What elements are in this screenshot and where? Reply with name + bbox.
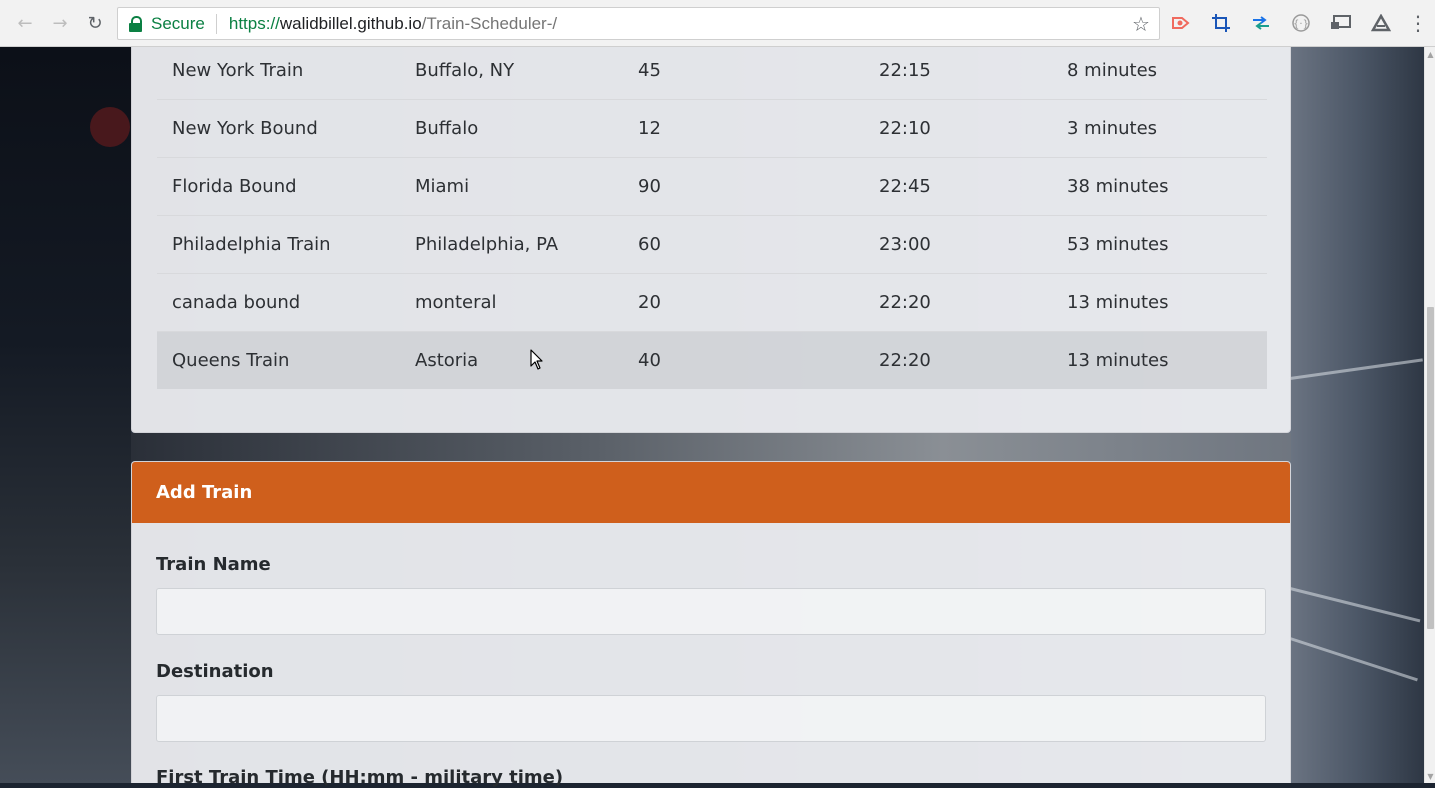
train-name-cell: canada bound [157, 273, 400, 332]
next-arrival-cell: 23:00 [864, 215, 1052, 274]
background-rail-2 [1289, 637, 1418, 682]
arrows-swap-icon[interactable] [1249, 11, 1273, 35]
scrollbar-thumb[interactable] [1427, 307, 1434, 629]
minutes-away-cell: 38 minutes [1052, 157, 1267, 216]
frequency-cell: 90 [623, 157, 864, 216]
table-row: New York Bound Buffalo 12 22:10 3 minute… [157, 99, 1267, 158]
frequency-cell: 40 [623, 331, 864, 389]
back-arrow-icon[interactable]: ← [13, 11, 37, 35]
url-path: /Train-Scheduler-/ [421, 13, 558, 33]
background-rail-1 [1289, 587, 1421, 623]
bookmark-star-icon[interactable]: ☆ [1129, 12, 1153, 36]
url-host: walidbillel.github.io [279, 13, 422, 33]
url-text[interactable]: https://walidbillel.github.io/Train-Sche… [229, 14, 557, 34]
destination-cell: Buffalo, NY [400, 42, 623, 100]
mouse-pointer-icon [530, 349, 543, 370]
drive-triangle-icon[interactable] [1369, 11, 1393, 35]
add-train-panel: Add Train Train Name Destination First T… [131, 461, 1291, 788]
circle-code-icon[interactable]: {·} [1289, 11, 1313, 35]
svg-text:{·}: {·} [1293, 19, 1309, 30]
destination-cell: Philadelphia, PA [400, 215, 623, 274]
train-name-cell: Philadelphia Train [157, 215, 400, 274]
train-schedule-table: New York Train Buffalo, NY 45 22:15 8 mi… [157, 42, 1267, 389]
background-platform-strip [131, 433, 1291, 461]
train-name-cell: New York Train [157, 42, 400, 100]
train-schedule-panel: New York Train Buffalo, NY 45 22:15 8 mi… [131, 42, 1291, 433]
train-name-cell: Florida Bound [157, 157, 400, 216]
lock-icon [129, 15, 142, 32]
menu-kebab-icon[interactable]: ⋮ [1406, 11, 1430, 35]
minutes-away-cell: 3 minutes [1052, 99, 1267, 158]
background-rail-3 [1289, 358, 1423, 380]
red-record-icon[interactable] [1169, 11, 1193, 35]
table-row: Florida Bound Miami 90 22:45 38 minutes [157, 157, 1267, 216]
forward-arrow-icon[interactable]: → [48, 11, 72, 35]
address-bar[interactable]: Secure https://walidbillel.github.io/Tra… [117, 7, 1160, 40]
url-scheme: https:// [228, 13, 280, 33]
destination-cell: Miami [400, 157, 623, 216]
omnibox-divider [215, 13, 217, 34]
next-arrival-cell: 22:20 [864, 273, 1052, 332]
table-row: canada bound monteral 20 22:20 13 minute… [157, 273, 1267, 332]
train-name-cell: New York Bound [157, 99, 400, 158]
next-arrival-cell: 22:15 [864, 42, 1052, 100]
frequency-cell: 20 [623, 273, 864, 332]
crop-icon[interactable] [1209, 11, 1233, 35]
cast-screen-icon[interactable] [1329, 11, 1353, 35]
frequency-cell: 45 [623, 42, 864, 100]
table-row-hovered: Queens Train Astoria 40 22:20 13 minutes [157, 331, 1267, 389]
browser-toolbar: ← → ↻ Secure https://walidbillel.github.… [0, 0, 1435, 47]
frequency-cell: 12 [623, 99, 864, 158]
page-scrollbar[interactable]: ▲ ▼ [1424, 47, 1435, 783]
destination-cell: monteral [400, 273, 623, 332]
reload-icon[interactable]: ↻ [83, 11, 107, 35]
scroll-down-arrow-icon[interactable]: ▼ [1425, 769, 1435, 783]
destination-cell: Astoria [400, 331, 623, 389]
table-row: Philadelphia Train Philadelphia, PA 60 2… [157, 215, 1267, 274]
minutes-away-cell: 8 minutes [1052, 42, 1267, 100]
destination-input[interactable] [156, 695, 1266, 742]
scroll-up-arrow-icon[interactable]: ▲ [1425, 47, 1435, 61]
next-arrival-cell: 22:20 [864, 331, 1052, 389]
destination-label: Destination [156, 661, 274, 682]
frequency-cell: 60 [623, 215, 864, 274]
table-row: New York Train Buffalo, NY 45 22:15 8 mi… [157, 42, 1267, 100]
minutes-away-cell: 13 minutes [1052, 331, 1267, 389]
destination-cell: Buffalo [400, 99, 623, 158]
first-train-time-label: First Train Time (HH:mm - military time) [156, 767, 564, 788]
next-arrival-cell: 22:45 [864, 157, 1052, 216]
background-red-light [90, 107, 130, 147]
train-name-cell: Queens Train [157, 331, 400, 389]
background-left-shadow [0, 47, 131, 783]
secure-label: Secure [151, 13, 205, 33]
add-train-header: Add Train [132, 462, 1290, 523]
minutes-away-cell: 13 minutes [1052, 273, 1267, 332]
minutes-away-cell: 53 minutes [1052, 215, 1267, 274]
next-arrival-cell: 22:10 [864, 99, 1052, 158]
add-train-title: Add Train [156, 482, 253, 503]
train-name-label: Train Name [156, 554, 271, 575]
train-name-input[interactable] [156, 588, 1266, 635]
